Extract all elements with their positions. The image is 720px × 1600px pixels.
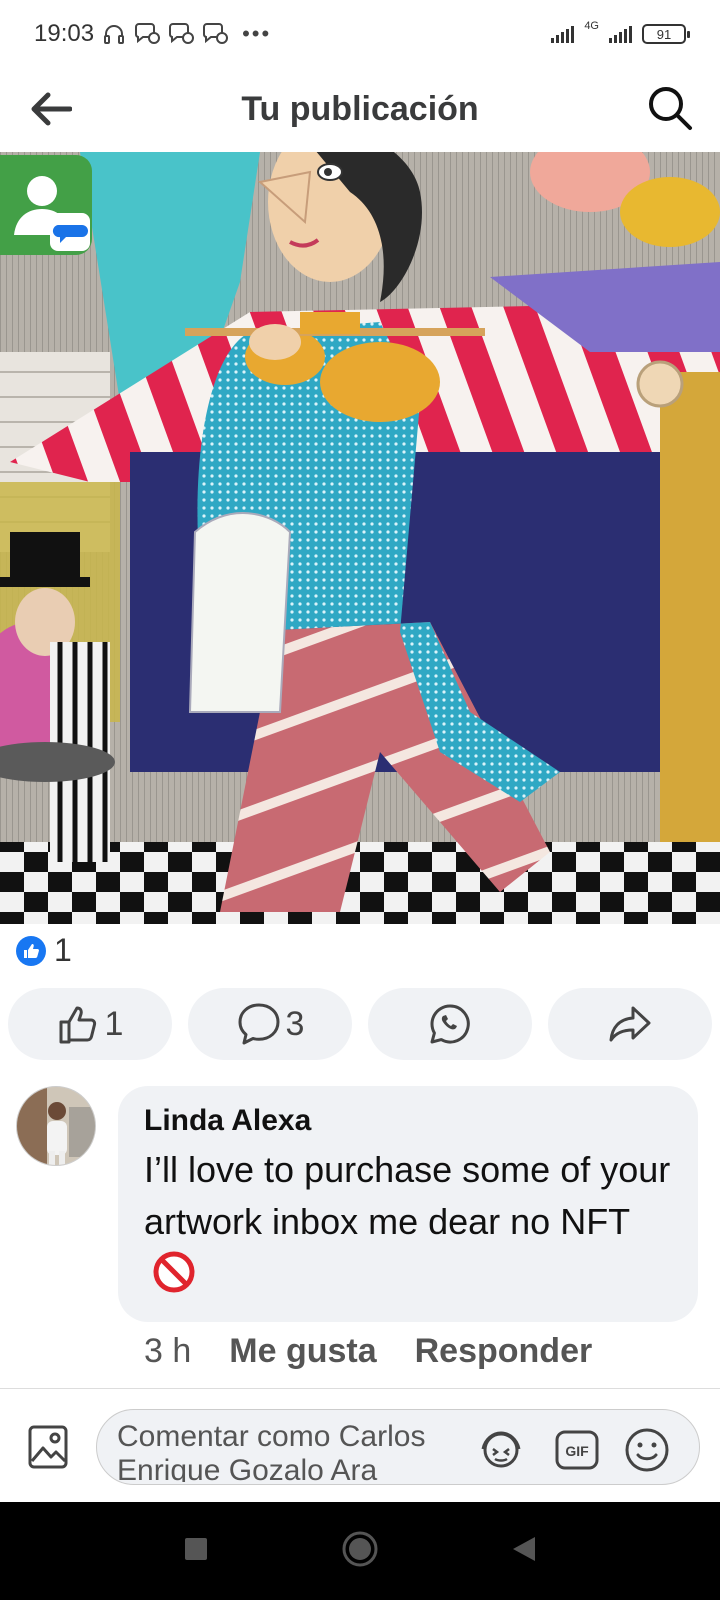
gif-button[interactable]: GIF	[553, 1426, 601, 1474]
comment-like-link[interactable]: Me gusta	[229, 1332, 376, 1371]
reaction-summary[interactable]: 1	[16, 932, 72, 969]
post-actions: 1 3	[8, 988, 712, 1060]
comment-time: 3 h	[144, 1332, 192, 1370]
whatsapp-icon	[430, 1004, 470, 1044]
whatsapp-share-button[interactable]	[368, 988, 532, 1060]
prohibited-emoji-icon	[153, 1251, 195, 1293]
comment-bubble-icon	[238, 1003, 280, 1045]
messenger-notification-icon	[135, 23, 161, 44]
avatar-sticker-button[interactable]	[477, 1426, 525, 1474]
status-right: 4G 91	[551, 20, 690, 44]
back-button[interactable]	[26, 84, 76, 134]
comment-meta: 3 h Me gusta Responder	[144, 1332, 592, 1371]
signal-icon	[551, 25, 575, 43]
notification-icons: •••	[102, 21, 271, 47]
home-circle-icon	[342, 1531, 378, 1566]
comment-input-placeholder[interactable]: Comentar como Carlos Enrique Gozalo Ara	[117, 1420, 457, 1482]
comment-composer: Comentar como Carlos Enrique Gozalo Ara …	[0, 1388, 720, 1502]
smiley-icon	[625, 1428, 669, 1472]
comment-input[interactable]: Comentar como Carlos Enrique Gozalo Ara …	[96, 1409, 700, 1485]
placeholder-line-2: Enrique Gozalo Ara	[117, 1454, 378, 1482]
thumbs-up-icon	[59, 1006, 96, 1044]
comment-count: 3	[285, 1004, 305, 1043]
signal-icon-2	[609, 25, 632, 43]
app-header: Tu publicación	[0, 68, 720, 150]
placeholder-line-1: Comentar como Carlos	[117, 1420, 426, 1453]
avatar-sticker-icon	[481, 1431, 521, 1468]
network-type: 4G	[584, 20, 599, 32]
status-bar: 19:03 ••• 4G 91	[0, 0, 720, 68]
search-button[interactable]	[644, 82, 696, 134]
contacts-chathead[interactable]	[0, 155, 92, 255]
emoji-button[interactable]	[623, 1426, 671, 1474]
arrow-left-icon	[31, 92, 72, 126]
share-icon	[609, 1006, 651, 1042]
image-icon	[28, 1425, 68, 1469]
messenger-notification-icon	[169, 23, 195, 44]
gif-icon: GIF	[555, 1430, 599, 1470]
system-nav-bar	[0, 1502, 720, 1600]
battery-level: 91	[656, 26, 672, 42]
status-time: 19:03	[34, 20, 95, 47]
contact-person-icon	[14, 176, 90, 251]
post-artwork-image[interactable]	[0, 152, 720, 924]
comment-text: I’ll love to purchase some of your artwo…	[144, 1149, 671, 1242]
search-icon	[649, 87, 692, 130]
battery-icon: 91	[642, 24, 690, 44]
artwork-illustration	[0, 152, 720, 924]
page-title: Tu publicación	[241, 89, 479, 128]
like-button[interactable]: 1	[8, 988, 172, 1060]
home-button[interactable]	[340, 1529, 380, 1574]
share-button[interactable]	[548, 988, 712, 1060]
comment-reply-link[interactable]: Responder	[415, 1332, 593, 1371]
comment-author[interactable]: Linda Alexa	[144, 1104, 672, 1138]
svg-text:GIF: GIF	[565, 1443, 589, 1459]
more-notifications-icon: •••	[242, 21, 272, 46]
like-reaction-icon	[16, 935, 46, 966]
headphones-icon	[104, 25, 125, 44]
comment-button[interactable]: 3	[188, 988, 352, 1060]
square-icon	[185, 1537, 207, 1560]
reaction-count: 1	[54, 932, 72, 968]
triangle-back-icon	[513, 1536, 535, 1561]
comment-text-wrap: I’ll love to purchase some of your artwo…	[144, 1144, 672, 1300]
photo-attach-button[interactable]	[24, 1423, 72, 1471]
messenger-notification-icon	[203, 23, 229, 44]
recents-button[interactable]	[182, 1535, 210, 1568]
avatar[interactable]	[16, 1086, 96, 1166]
like-count: 1	[104, 1004, 124, 1043]
back-nav-button[interactable]	[510, 1534, 538, 1569]
comment-bubble[interactable]: Linda Alexa I’ll love to purchase some o…	[118, 1086, 698, 1322]
